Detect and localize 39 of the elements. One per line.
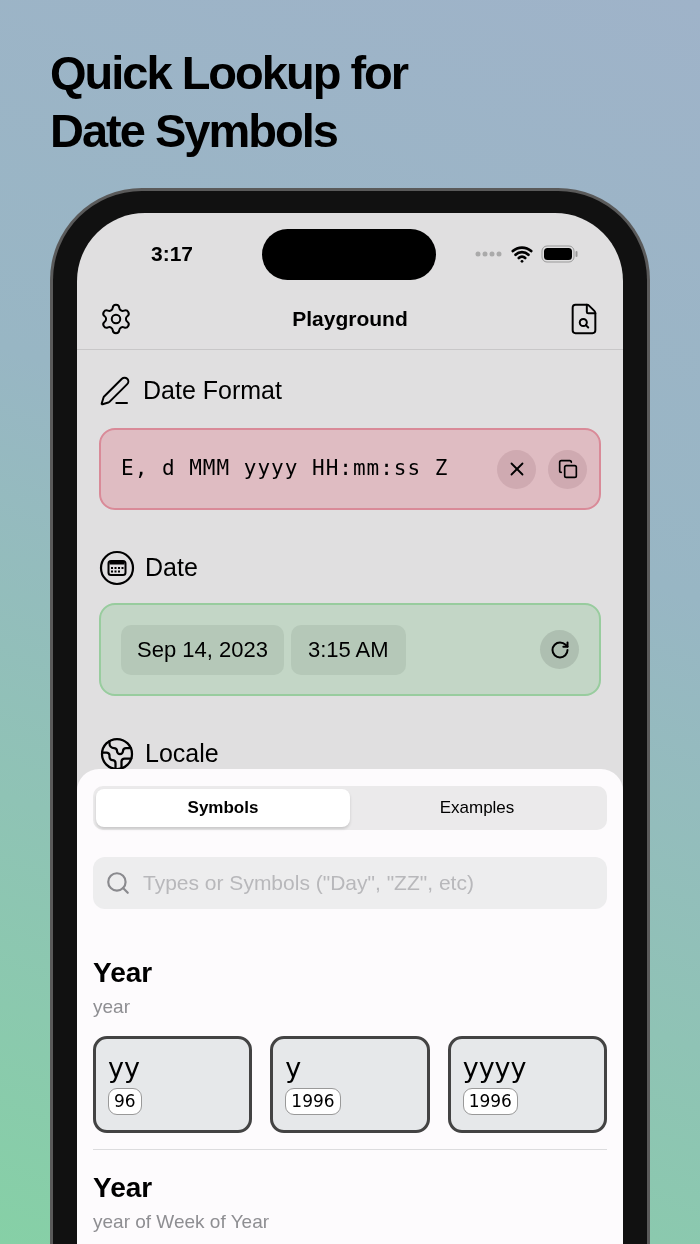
nav-title: Playground — [292, 306, 408, 333]
format-field[interactable]: E, d MMM yyyy HH:mm:ss Z — [99, 428, 601, 510]
settings-icon — [99, 302, 133, 336]
group-title: Year — [93, 956, 154, 990]
calendar-icon — [99, 550, 135, 586]
date-chip[interactable]: Sep 14, 2023 — [121, 624, 284, 675]
symbol-card[interactable]: y 1996 — [270, 1035, 430, 1133]
copy-icon — [557, 459, 578, 479]
symbol-text: y — [285, 1052, 302, 1083]
symbol-text: yy — [108, 1052, 140, 1083]
settings-button[interactable] — [99, 302, 133, 336]
signal-icon — [475, 251, 503, 257]
clear-button[interactable] — [497, 449, 536, 489]
section-label: Date — [145, 552, 198, 584]
group-subtitle: year of Week of Year — [93, 1209, 271, 1234]
format-value: E, d MMM yyyy HH:mm:ss Z — [121, 455, 450, 483]
symbol-card[interactable]: yyyy 1996 — [447, 1035, 607, 1133]
example-badge: 1996 — [462, 1087, 518, 1115]
wifi-icon — [511, 243, 533, 265]
example-badge: 1996 — [285, 1087, 341, 1115]
symbol-card[interactable]: yy 96 — [93, 1035, 253, 1133]
headline: Quick Lookup for Date Symbols — [50, 45, 409, 159]
globe-icon — [99, 736, 135, 772]
search-icon — [105, 870, 131, 896]
symbol-text: yyyy — [462, 1052, 527, 1083]
segment-tab[interactable]: Symbols — [96, 789, 350, 827]
status-time: 3:17 — [151, 241, 194, 268]
segment-tab[interactable]: Examples — [350, 789, 604, 827]
copy-button[interactable] — [548, 449, 587, 489]
example-badge: 96 — [108, 1087, 142, 1115]
time-chip[interactable]: 3:15 AM — [290, 624, 406, 675]
battery-icon — [541, 245, 579, 263]
section-label: Date Format — [143, 375, 282, 407]
pencil-icon — [99, 375, 131, 407]
group-title: Year — [93, 1170, 154, 1205]
group-subtitle: year — [93, 995, 131, 1019]
section-label: Locale — [145, 738, 219, 770]
refresh-icon — [549, 639, 570, 660]
reset-button[interactable] — [540, 630, 579, 669]
